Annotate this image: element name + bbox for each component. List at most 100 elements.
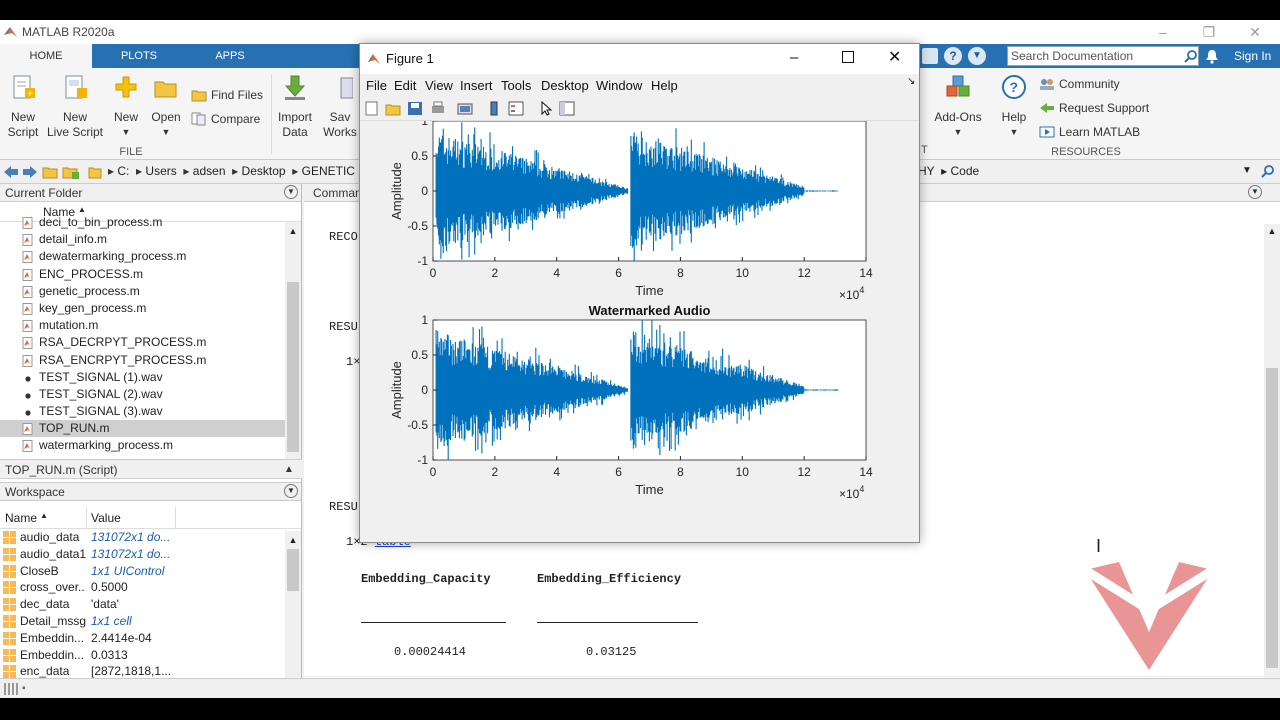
notification-bell-icon[interactable] <box>1205 49 1219 64</box>
figure-maximize-icon[interactable] <box>842 51 854 63</box>
ws-scroll-up-icon[interactable]: ▲ <box>285 535 301 545</box>
open-file-icon[interactable] <box>385 101 401 116</box>
compare-button[interactable]: Compare <box>191 111 271 129</box>
new-dropdown-icon[interactable]: ▼ <box>108 125 144 140</box>
add-ons-button[interactable]: Add-Ons ▼ <box>930 74 986 140</box>
insert-colorbar-icon[interactable] <box>486 101 502 116</box>
search-documentation-input[interactable]: Search Documentation <box>1007 46 1199 66</box>
folder-file-item[interactable]: ENC_PROCESS.m <box>0 266 285 283</box>
workspace-variable-row[interactable]: Embeddin... 0.0313 <box>0 647 285 664</box>
add-ons-dropdown-icon[interactable]: ▼ <box>930 125 986 140</box>
menu-file[interactable]: File <box>366 78 387 93</box>
insert-legend-icon[interactable] <box>508 101 524 116</box>
community-link[interactable]: Community <box>1039 76 1169 94</box>
new-script-button[interactable]: + New Script <box>2 74 44 140</box>
up-folder-icon[interactable] <box>42 164 58 180</box>
menu-view[interactable]: View <box>425 78 453 93</box>
workspace-variable-row[interactable]: Embeddin... 2.4414e-04 <box>0 630 285 647</box>
cw-scroll-thumb[interactable] <box>1266 368 1278 668</box>
save-workspace-button[interactable]: Sav Works <box>322 74 358 140</box>
tab-plots[interactable]: PLOTS <box>96 44 182 68</box>
menu-desktop[interactable]: Desktop <box>541 78 589 93</box>
tab-home[interactable]: HOME <box>0 44 92 68</box>
menu-insert[interactable]: Insert <box>460 78 493 93</box>
details-collapse-icon[interactable]: ▲ <box>284 460 294 480</box>
layout-icon[interactable] <box>922 48 938 64</box>
folder-file-item[interactable]: RSA_DECRPYT_PROCESS.m <box>0 334 285 351</box>
learn-matlab-link[interactable]: Learn MATLAB <box>1039 124 1169 142</box>
close-icon[interactable]: ✕ <box>1232 22 1278 42</box>
breadcrumb-item-users[interactable]: Users <box>145 164 176 178</box>
variable-value[interactable]: 1x1 cell <box>91 613 175 630</box>
workspace-variable-row[interactable]: audio_data 131072x1 do... <box>0 529 285 546</box>
maximize-icon[interactable]: ❐ <box>1186 22 1232 42</box>
folder-file-item[interactable]: watermarking_process.m <box>0 437 285 454</box>
workspace-variable-row[interactable]: cross_over... 0.5000 <box>0 579 285 596</box>
search-icon[interactable] <box>1184 50 1197 63</box>
ws-name-column[interactable]: Name <box>5 511 37 525</box>
folder-file-item[interactable]: TOP_RUN.m <box>0 420 285 438</box>
figure-minimize-icon[interactable]: – <box>790 49 798 66</box>
breadcrumb-item-user[interactable]: adsen <box>193 164 226 178</box>
details-bar[interactable]: TOP_RUN.m (Script) ▲ <box>0 459 302 479</box>
import-data-button[interactable]: Import Data <box>272 74 318 140</box>
help-dropdown-icon[interactable]: ▼ <box>994 125 1034 140</box>
find-files-button[interactable]: Find Files <box>191 87 271 105</box>
address-search-icon[interactable] <box>1261 165 1275 179</box>
help-button[interactable]: ? Help ▼ <box>994 74 1034 140</box>
folder-file-item[interactable]: genetic_process.m <box>0 283 285 300</box>
property-inspector-icon[interactable] <box>559 101 575 116</box>
folder-file-item[interactable]: RSA_ENCRPYT_PROCESS.m <box>0 352 285 369</box>
scroll-up-icon[interactable]: ▲ <box>285 226 301 236</box>
forward-arrow-icon[interactable] <box>22 165 38 179</box>
ws-scroll-thumb[interactable] <box>287 549 299 591</box>
menu-window[interactable]: Window <box>596 78 642 93</box>
breadcrumb-item-folder[interactable]: GENETIC <box>302 164 355 178</box>
workspace-variable-row[interactable]: CloseB 1x1 UIControl <box>0 563 285 580</box>
cw-scrollbar[interactable]: ▲ ▼ <box>1264 224 1280 698</box>
variable-value[interactable]: 1x1 UIControl <box>91 563 175 580</box>
back-arrow-icon[interactable] <box>3 165 19 179</box>
workspace-variable-row[interactable]: audio_data1 131072x1 do... <box>0 546 285 563</box>
link-plot-icon[interactable] <box>457 101 473 116</box>
folder-scrollbar[interactable]: ▲ ▼ <box>285 222 301 478</box>
menu-help[interactable]: Help <box>651 78 678 93</box>
breadcrumb-item-code[interactable]: Code <box>951 164 980 178</box>
open-dropdown-icon[interactable]: ▼ <box>148 125 184 140</box>
breadcrumb-item-desktop[interactable]: Desktop <box>242 164 286 178</box>
address-dropdown-icon[interactable]: ▼ <box>1242 165 1252 176</box>
menu-edit[interactable]: Edit <box>394 78 416 93</box>
cw-menu-icon[interactable]: ▼ <box>1248 185 1262 199</box>
folder-file-item[interactable]: TEST_SIGNAL (3).wav <box>0 403 285 420</box>
folder-file-item[interactable]: detail_info.m <box>0 231 285 248</box>
workspace-variable-row[interactable]: dec_data 'data' <box>0 596 285 613</box>
edit-plot-arrow-icon[interactable] <box>538 101 554 116</box>
minimize-icon[interactable]: – <box>1140 22 1186 42</box>
variable-value[interactable]: 131072x1 do... <box>91 529 175 546</box>
print-icon[interactable] <box>430 101 446 116</box>
save-disk-icon[interactable] <box>407 101 423 116</box>
help-circle-icon[interactable]: ? <box>944 47 962 65</box>
workspace-scrollbar[interactable]: ▲ ▼ <box>285 531 301 697</box>
cw-scroll-up-icon[interactable]: ▲ <box>1264 226 1280 236</box>
folder-file-item[interactable]: TEST_SIGNAL (1).wav <box>0 369 285 386</box>
breadcrumb-item-partial[interactable]: HY <box>918 164 934 178</box>
breadcrumb-item-drive[interactable]: C: <box>117 164 129 178</box>
tab-apps[interactable]: APPS <box>188 44 272 68</box>
folder-file-item[interactable]: deci_to_bin_process.m <box>0 214 285 231</box>
folder-file-item[interactable]: dewatermarking_process.m <box>0 248 285 265</box>
browse-folder-icon[interactable] <box>62 164 80 180</box>
new-figure-icon[interactable] <box>364 101 380 116</box>
dock-figure-icon[interactable]: ↘ <box>907 76 915 87</box>
workspace-menu-icon[interactable]: ▼ <box>284 484 298 498</box>
sign-in-link[interactable]: Sign In <box>1234 49 1271 63</box>
figure-close-icon[interactable]: ✕ <box>888 47 901 67</box>
folder-file-item[interactable]: TEST_SIGNAL (2).wav <box>0 386 285 403</box>
open-button[interactable]: Open ▼ <box>148 74 184 140</box>
panel-menu-icon[interactable]: ▼ <box>284 185 298 199</box>
new-button[interactable]: New ▼ <box>108 74 144 140</box>
menu-tools[interactable]: Tools <box>501 78 531 93</box>
dropdown-circle-icon[interactable]: ▼ <box>968 47 986 65</box>
folder-file-item[interactable]: key_gen_process.m <box>0 300 285 317</box>
variable-value[interactable]: 131072x1 do... <box>91 546 175 563</box>
